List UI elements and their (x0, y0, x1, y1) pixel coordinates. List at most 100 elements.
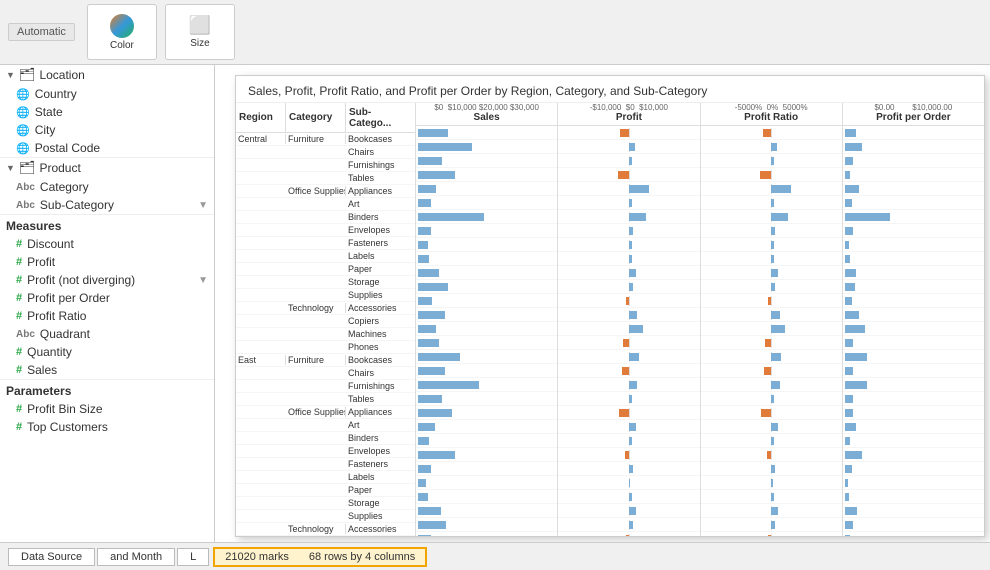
bar-row (416, 532, 557, 536)
profit-bar (629, 269, 636, 277)
sidebar-section-product[interactable]: ▼ 🗂 Product (0, 158, 214, 178)
data-source-tab[interactable]: Data Source (8, 548, 95, 566)
table-row: Envelopes (236, 445, 415, 458)
profit-axis-labels: -$10,000 $0 $10,000 (590, 103, 668, 112)
table-row: Tables (236, 393, 415, 406)
bar-row (416, 196, 557, 210)
sidebar-section-location[interactable]: ▼ 🗂 Location (0, 65, 214, 85)
bar-row (416, 322, 557, 336)
sidebar-item-city[interactable]: 🌐 City (0, 121, 214, 139)
sidebar-product-label: Product (39, 161, 80, 175)
bar-row (843, 476, 984, 490)
sales-bar (418, 493, 428, 501)
sidebar-item-sub-category[interactable]: Abc Sub-Category ▼ (0, 196, 214, 214)
cell-subcategory: Chairs (346, 368, 411, 378)
table-row: Binders (236, 432, 415, 445)
bar-row (701, 252, 842, 266)
sidebar-item-profit-ratio[interactable]: # Profit Ratio (0, 307, 214, 325)
profit-ratio-bar (771, 269, 778, 277)
sidebar-item-profit-bin-size[interactable]: # Profit Bin Size (0, 400, 214, 418)
profit-bin-size-label: Profit Bin Size (27, 402, 102, 416)
bar-row (558, 490, 699, 504)
chart-section-profit (558, 126, 700, 536)
profit-ratio-bar (771, 423, 778, 431)
profit-bar (629, 479, 630, 487)
color-button[interactable]: Color (87, 4, 157, 60)
sales-bar (418, 423, 435, 431)
size-button[interactable]: ⬜ Size (165, 4, 235, 60)
sidebar-item-quantity[interactable]: # Quantity (0, 343, 214, 361)
bar-row (416, 224, 557, 238)
table-row: Envelopes (236, 224, 415, 237)
sidebar-item-sales[interactable]: # Sales (0, 361, 214, 379)
profit-col-label: Profit (616, 112, 642, 123)
profit-ratio-bar (761, 409, 771, 417)
profit-ratio-bar (768, 535, 771, 537)
profit-ratio-bar (771, 381, 779, 389)
profit-ratio-bar (771, 283, 775, 291)
sales-col-label: Sales (474, 112, 500, 123)
sidebar-location-label: Location (39, 68, 84, 82)
ppo-bar (845, 339, 853, 347)
bar-row (558, 126, 699, 140)
parameters-header: Parameters (0, 379, 214, 400)
profit-bar (629, 311, 637, 319)
bar-row (843, 294, 984, 308)
sidebar-item-quadrant[interactable]: Abc Quadrant (0, 325, 214, 343)
hash-icon-discount: # (16, 238, 22, 250)
sidebar-item-state[interactable]: 🌐 State (0, 103, 214, 121)
cell-subcategory: Labels (346, 472, 411, 482)
sales-bar (418, 269, 439, 277)
bar-row (558, 364, 699, 378)
ppo-bar (845, 199, 852, 207)
profit-ratio-bar (771, 143, 777, 151)
cell-subcategory: Tables (346, 173, 411, 183)
sales-bar (418, 143, 472, 151)
sheet-tab[interactable]: L (177, 548, 209, 566)
profit-ratio-bar (771, 157, 774, 165)
sales-bar (418, 311, 445, 319)
bar-row (701, 378, 842, 392)
ppo-bar (845, 395, 853, 403)
sidebar-item-profit-per-order[interactable]: # Profit per Order (0, 289, 214, 307)
sidebar-item-profit-not-diverging[interactable]: # Profit (not diverging) ▼ (0, 271, 214, 289)
table-row: Storage (236, 276, 415, 289)
profit-bar (629, 255, 632, 263)
cell-subcategory: Phones (346, 342, 411, 352)
profit-bar (629, 283, 633, 291)
bar-row (558, 238, 699, 252)
color-label: Color (110, 40, 134, 51)
product-hierarchy-icon: 🗂 (19, 160, 36, 176)
sidebar-item-country[interactable]: 🌐 Country (0, 85, 214, 103)
chart-area: $0 $10,000 $20,000 $30,000 Sales -$10,00… (416, 103, 984, 536)
toolbar: Automatic Color ⬜ Size (0, 0, 990, 65)
automatic-dropdown[interactable]: Automatic (8, 23, 75, 41)
profit-bar (629, 213, 646, 221)
sidebar-item-profit[interactable]: # Profit (0, 253, 214, 271)
profit-bar (620, 129, 628, 137)
ppo-bar (845, 479, 848, 487)
ppo-bar (845, 213, 890, 221)
chart-section-ppo (843, 126, 984, 536)
month-tab[interactable]: and Month (97, 548, 175, 566)
sales-bar (418, 437, 429, 445)
sidebar-item-top-customers[interactable]: # Top Customers (0, 418, 214, 436)
cell-subcategory: Chairs (346, 147, 411, 157)
bar-row (843, 504, 984, 518)
table-row: Supplies (236, 510, 415, 523)
profit-bar (629, 241, 632, 249)
size-label: Size (190, 38, 209, 49)
sidebar-item-postal-code[interactable]: 🌐 Postal Code (0, 139, 214, 157)
hash-icon-sales: # (16, 364, 22, 376)
hash-icon-ppo: # (16, 292, 22, 304)
profit-bar (619, 409, 629, 417)
sidebar-item-discount[interactable]: # Discount (0, 235, 214, 253)
ppo-bar (845, 381, 868, 389)
profit-bar (629, 199, 632, 207)
bar-row (701, 210, 842, 224)
profit-ratio-bar (771, 227, 775, 235)
profit-bar (623, 339, 629, 347)
sidebar-item-category[interactable]: Abc Category (0, 178, 214, 196)
bar-row (701, 126, 842, 140)
quadrant-label: Quadrant (40, 327, 90, 341)
